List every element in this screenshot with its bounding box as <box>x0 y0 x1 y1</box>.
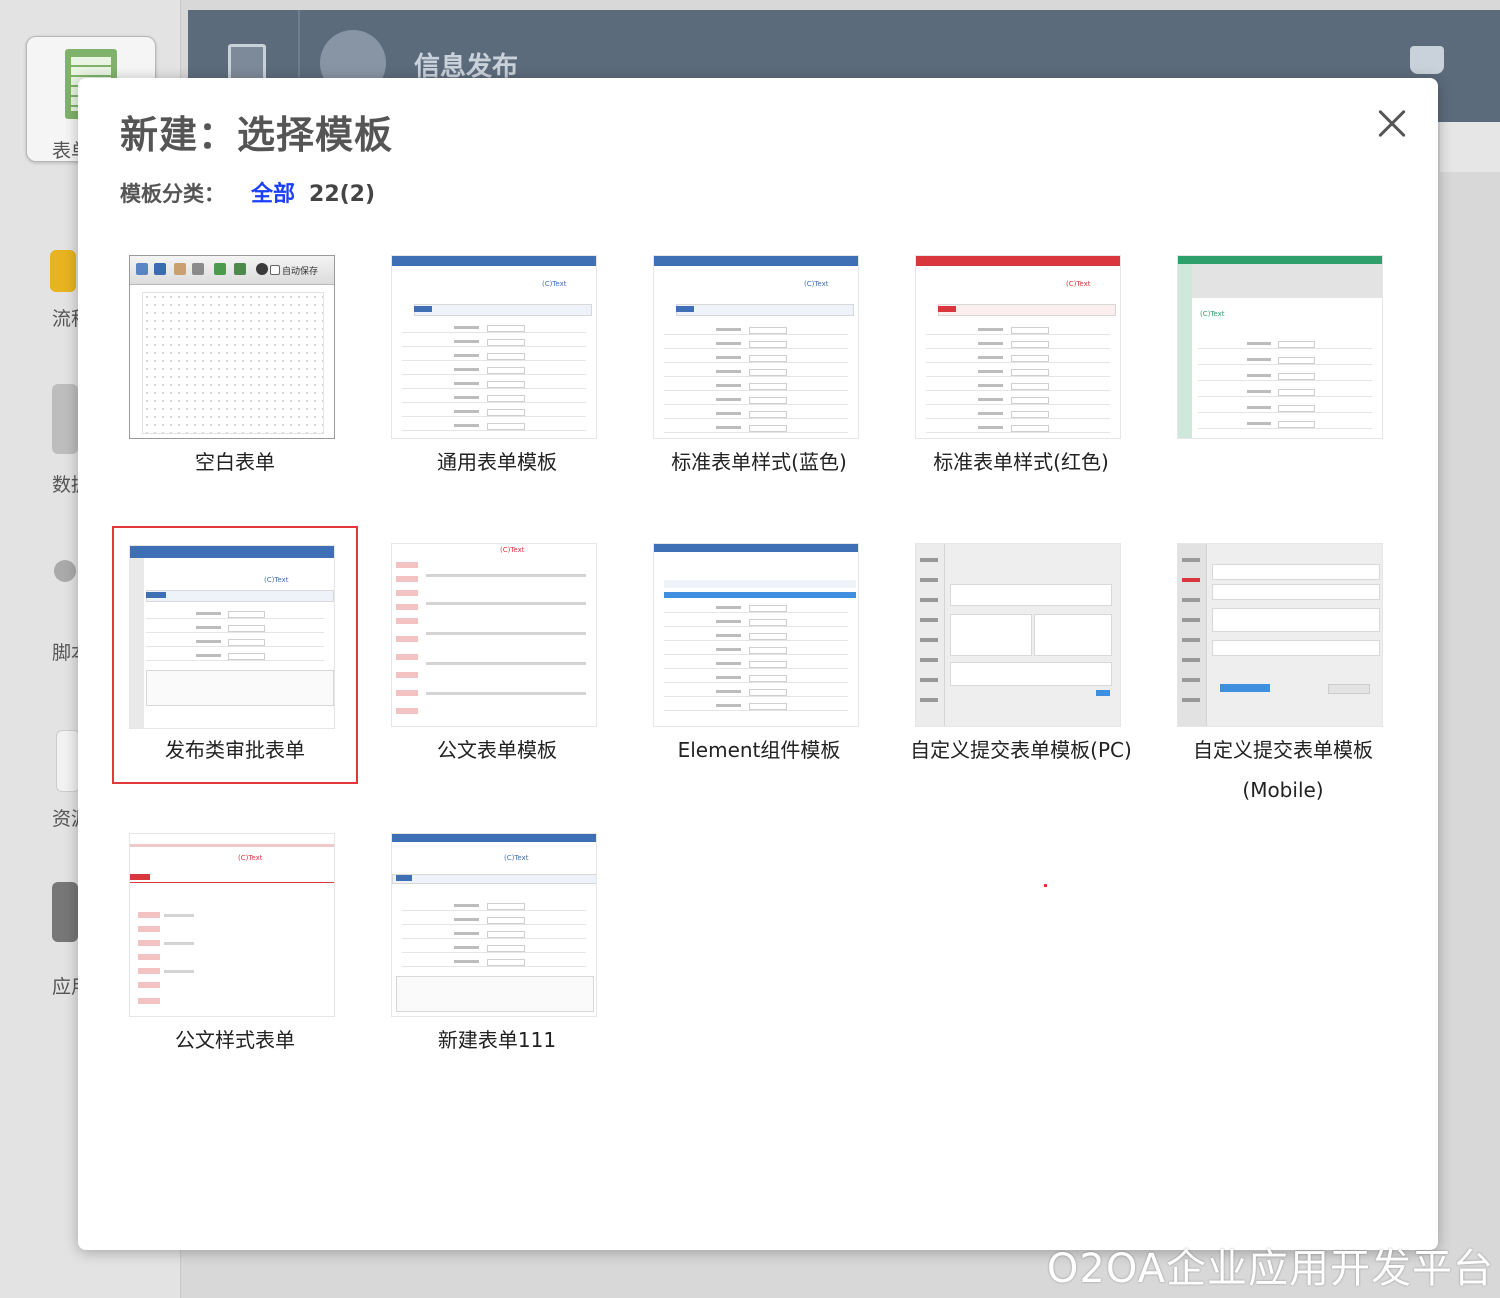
template-label: 空白表单 <box>195 450 275 474</box>
header-divider <box>298 10 300 80</box>
template-thumbnail: (C)Text <box>391 255 597 439</box>
template-card-doc-style[interactable]: (C)Text 公文样式表单 <box>114 820 356 1074</box>
template-thumbnail <box>653 543 859 727</box>
template-label: 公文样式表单 <box>175 1028 295 1052</box>
template-label: 发布类审批表单 <box>165 738 305 762</box>
template-label: 通用表单模板 <box>437 450 557 474</box>
app-icon <box>52 882 78 942</box>
watermark: O2OA企业应用开发平台 <box>1046 1246 1494 1292</box>
dotted-canvas <box>142 292 324 434</box>
template-card-element[interactable]: Element组件模板 <box>638 530 880 784</box>
template-label-line2: (Mobile) <box>1242 778 1324 802</box>
template-thumbnail: 自动保存 <box>129 255 335 439</box>
template-thumbnail: (C)Text <box>391 543 597 727</box>
add-folder-icon[interactable] <box>228 44 266 82</box>
category-count: 22(2) <box>309 182 376 207</box>
close-button[interactable] <box>1372 104 1412 144</box>
right-panel <box>1440 122 1500 172</box>
template-card-new-form-111[interactable]: (C)Text 新建表单111 <box>376 820 618 1074</box>
template-card-blank[interactable]: 自动保存 空白表单 <box>114 242 356 496</box>
select-template-dialog: 新建：选择模板 模板分类： 全部 22(2) 自动保存 空白表单 (C)Text… <box>78 78 1438 1250</box>
template-thumbnail: (C)Text <box>391 833 597 1017</box>
dialog-title: 新建：选择模板 <box>120 113 394 157</box>
toolbar-preview: 自动保存 <box>130 256 334 285</box>
template-label: 自定义提交表单模板 <box>1193 738 1373 762</box>
template-card-official-doc[interactable]: (C)Text 公文表单模板 <box>376 530 618 784</box>
template-label: 新建表单111 <box>437 1028 557 1052</box>
template-label: 自定义提交表单模板(PC) <box>910 738 1132 762</box>
template-thumbnail: (C)Text <box>129 545 335 729</box>
template-thumbnail: (C)Text <box>1177 255 1383 439</box>
template-card-standard-red[interactable]: (C)Text 标准表单样式(红色) <box>900 242 1142 496</box>
template-label: 标准表单样式(蓝色) <box>671 450 847 474</box>
autosave-label: 自动保存 <box>282 267 319 277</box>
category-all-link[interactable]: 全部 <box>251 176 295 208</box>
template-label: 公文表单模板 <box>437 738 557 762</box>
category-label: 模板分类： <box>120 182 225 206</box>
template-thumbnail <box>915 543 1121 727</box>
template-thumbnail <box>1177 543 1383 727</box>
template-card-custom-pc[interactable]: 自定义提交表单模板(PC) <box>900 530 1142 784</box>
template-card-general[interactable]: (C)Text 通用表单模板 <box>376 242 618 496</box>
stray-dot <box>1044 884 1047 887</box>
template-card-green[interactable]: (C)Text <box>1162 242 1404 496</box>
script-icon <box>54 560 76 582</box>
binoculars-icon[interactable] <box>1410 46 1444 74</box>
template-label: 标准表单样式(红色) <box>933 450 1109 474</box>
template-card-custom-mobile[interactable]: 自定义提交表单模板 (Mobile) <box>1162 530 1404 820</box>
resource-icon <box>56 730 80 792</box>
template-thumbnail: (C)Text <box>653 255 859 439</box>
flow-icon <box>50 250 76 292</box>
template-label: Element组件模板 <box>677 738 841 762</box>
category-filter: 模板分类： 全部 22(2) <box>120 176 375 208</box>
template-card-standard-blue[interactable]: (C)Text 标准表单样式(蓝色) <box>638 242 880 496</box>
data-icon <box>52 384 78 454</box>
template-card-publish-approval[interactable]: (C)Text 发布类审批表单 <box>112 526 358 784</box>
template-thumbnail: (C)Text <box>915 255 1121 439</box>
template-thumbnail: (C)Text <box>129 833 335 1017</box>
